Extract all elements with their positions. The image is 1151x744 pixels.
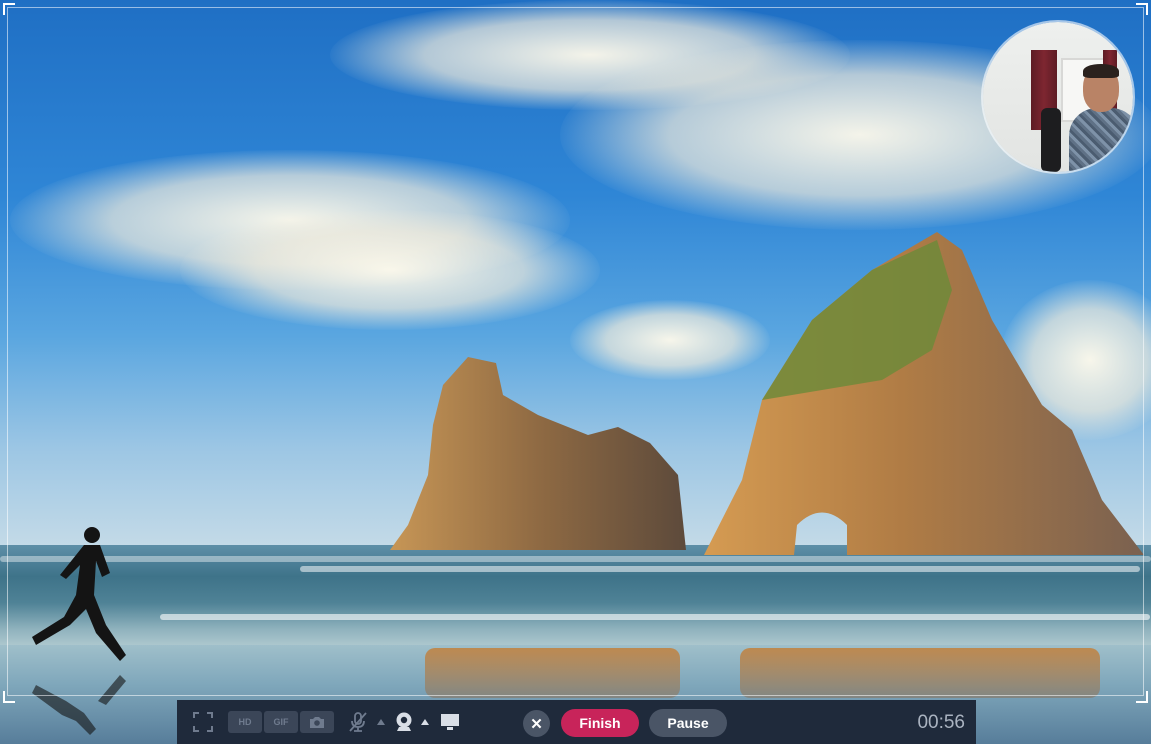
desktop-wallpaper bbox=[0, 0, 1151, 744]
close-icon: ✕ bbox=[530, 715, 543, 733]
fullscreen-icon[interactable] bbox=[193, 712, 213, 732]
monitor-icon bbox=[441, 714, 459, 730]
wave bbox=[160, 614, 1150, 620]
screenshot-button[interactable] bbox=[300, 711, 334, 733]
recording-timer: 00:56 bbox=[917, 712, 965, 733]
pause-button[interactable]: Pause bbox=[649, 709, 727, 737]
hd-toggle-button[interactable]: HD bbox=[228, 711, 262, 733]
person-hair bbox=[1083, 64, 1119, 78]
mic-toggle-button[interactable] bbox=[347, 710, 369, 734]
mic-options-caret-icon[interactable] bbox=[377, 719, 385, 725]
resize-handle-bottom-right[interactable] bbox=[1136, 691, 1148, 703]
sea-stack-rock bbox=[390, 357, 686, 550]
gif-label: GIF bbox=[273, 717, 289, 727]
chair bbox=[1041, 108, 1061, 172]
resize-handle-top-left[interactable] bbox=[3, 3, 15, 15]
screen-select-button[interactable] bbox=[439, 712, 461, 732]
arch-rock bbox=[704, 232, 1144, 555]
resize-handle-top-right[interactable] bbox=[1136, 3, 1148, 15]
runner-silhouette bbox=[32, 527, 126, 735]
camera-icon bbox=[310, 716, 324, 728]
webcam-options-caret-icon[interactable] bbox=[421, 719, 429, 725]
person-body bbox=[1069, 108, 1133, 172]
recording-toolbar: HD GIF ✕ Finish Pause 00:56 bbox=[177, 700, 976, 744]
gif-toggle-button[interactable]: GIF bbox=[264, 711, 298, 733]
resize-handle-bottom-left[interactable] bbox=[3, 691, 15, 703]
mic-muted-icon bbox=[349, 712, 367, 732]
cancel-recording-button[interactable]: ✕ bbox=[523, 710, 550, 737]
rock-reflection bbox=[740, 648, 1100, 698]
rock-reflection bbox=[425, 648, 680, 698]
finish-button[interactable]: Finish bbox=[561, 709, 639, 737]
hd-label: HD bbox=[238, 717, 252, 727]
webcam-icon bbox=[396, 712, 412, 731]
webcam-preview-bubble[interactable] bbox=[983, 22, 1133, 172]
webcam-toggle-button[interactable] bbox=[393, 710, 415, 734]
cloud bbox=[180, 210, 600, 330]
wave bbox=[300, 566, 1140, 572]
